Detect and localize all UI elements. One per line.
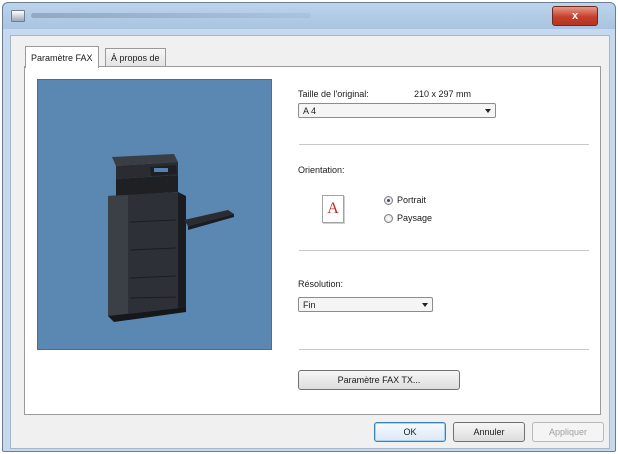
tab-label: Paramètre FAX — [31, 52, 93, 63]
cancel-button[interactable]: Annuler — [453, 422, 525, 442]
ok-button[interactable]: OK — [374, 422, 446, 442]
title-bar[interactable]: x — [3, 3, 615, 29]
original-size-value: A 4 — [303, 106, 317, 116]
original-size-dimension: 210 x 297 mm — [414, 89, 472, 99]
tab-fax-settings[interactable]: Paramètre FAX — [25, 46, 99, 68]
resolution-value: Fin — [303, 300, 316, 310]
separator — [299, 144, 589, 145]
original-size-select[interactable]: A 4 — [298, 103, 496, 118]
tab-about[interactable]: À propos de — [105, 48, 166, 67]
dialog-client-area: Paramètre FAX À propos de Taille de l'or… — [10, 35, 610, 449]
orientation-preview-icon: A — [322, 195, 344, 223]
landscape-label[interactable]: Paysage — [397, 213, 432, 223]
close-button[interactable]: x — [552, 6, 598, 26]
separator — [299, 349, 589, 350]
resolution-select[interactable]: Fin — [298, 297, 433, 312]
chevron-down-icon — [485, 109, 491, 113]
apply-button[interactable]: Appliquer — [532, 422, 604, 442]
printer-illustration-icon — [108, 154, 234, 322]
fax-tx-settings-button[interactable]: Paramètre FAX TX... — [298, 370, 460, 390]
portrait-label[interactable]: Portrait — [397, 195, 426, 205]
tab-label: À propos de — [111, 53, 160, 63]
chevron-down-icon — [422, 303, 428, 307]
resolution-label: Résolution: — [298, 279, 344, 289]
close-icon: x — [571, 10, 579, 22]
window-menu-icon[interactable] — [11, 10, 25, 22]
button-label: Appliquer — [548, 427, 588, 437]
orientation-letter: A — [327, 200, 339, 217]
original-size-label: Taille de l'original: — [298, 89, 369, 99]
fax-settings-window: x Paramètre FAX À propos de Taille de l'… — [2, 2, 616, 452]
button-label: Annuler — [473, 427, 505, 437]
printer-preview — [37, 79, 272, 350]
separator — [299, 250, 589, 251]
window-title — [31, 13, 311, 18]
tab-panel: Taille de l'original: 210 x 297 mm A 4 O… — [24, 66, 601, 415]
landscape-radio[interactable] — [384, 214, 393, 223]
button-label: OK — [403, 427, 417, 437]
orientation-label: Orientation: — [298, 165, 345, 175]
portrait-radio[interactable] — [384, 196, 393, 205]
button-label: Paramètre FAX TX... — [337, 375, 421, 385]
